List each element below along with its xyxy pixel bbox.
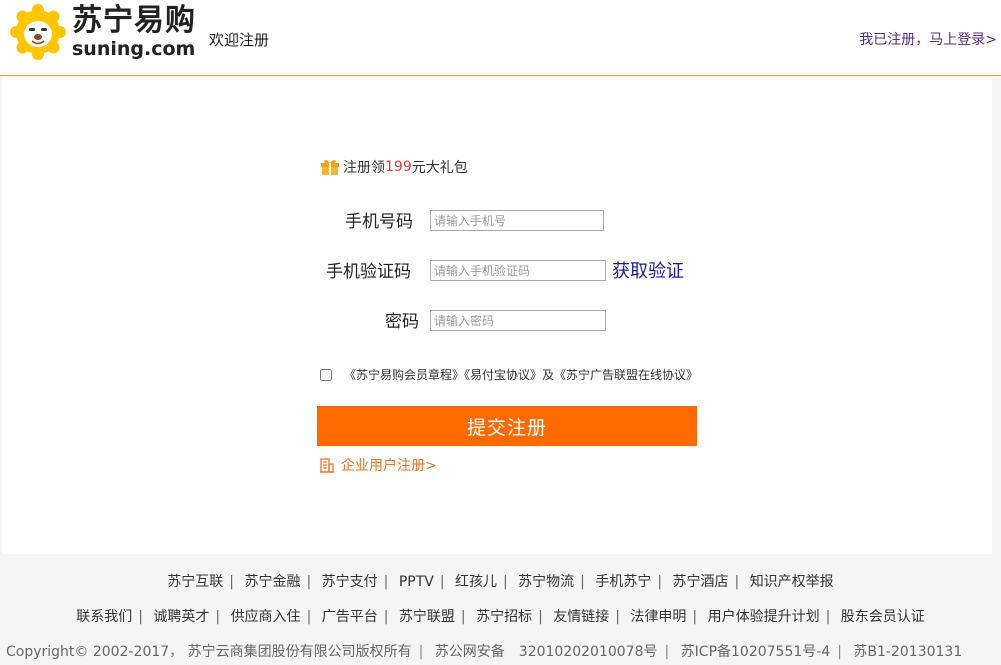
brand-name-en: suning.com [72, 38, 196, 60]
footer-link[interactable]: 知识产权举报 [750, 574, 834, 590]
submit-register-button[interactable]: 提交注册 [317, 406, 697, 446]
gift-icon [321, 159, 339, 175]
code-label: 手机验证码 [326, 262, 411, 282]
enterprise-register-label: 企业用户注册> [341, 458, 437, 474]
footer-link[interactable]: 苏宁支付 [322, 574, 378, 590]
copyright-text: Copyright© 2002-2017， 苏宁云商集团股份有限公司版权所有 [6, 644, 412, 660]
password-label: 密码 [385, 312, 419, 332]
promo-amount: 199 [385, 159, 412, 175]
footer-link[interactable]: PPTV [399, 574, 434, 590]
footer-link[interactable]: 苏宁金融 [244, 574, 300, 590]
phone-label: 手机号码 [345, 212, 413, 232]
footer-link[interactable]: 诚聘英才 [153, 609, 209, 625]
building-icon [320, 458, 334, 473]
brand-name-cn: 苏宁易购 [72, 3, 196, 38]
footer-link[interactable]: 苏宁互联 [167, 574, 223, 590]
footer-link[interactable]: 苏宁联盟 [399, 609, 455, 625]
footer-link[interactable]: 苏宁酒店 [673, 574, 729, 590]
footer-link[interactable]: 友情链接 [553, 609, 609, 625]
promo-banner: 注册领 199 元大礼包 [320, 157, 468, 177]
agreement-row: 《苏宁易购会员章程》《易付宝协议》及《苏宁广告联盟在线协议》 [320, 366, 698, 383]
code-input[interactable] [430, 260, 606, 281]
header: 苏宁易购 suning.com 欢迎注册 我已注册，马上登录> [0, 0, 1001, 76]
footer-link[interactable]: 红孩儿 [455, 574, 497, 590]
promo-prefix: 注册领 [343, 160, 385, 176]
login-link[interactable]: 我已注册，马上登录> [859, 29, 997, 49]
agreement-text[interactable]: 《苏宁易购会员章程》《易付宝协议》及《苏宁广告联盟在线协议》 [344, 366, 698, 383]
b1-record[interactable]: 苏B1-20130131 [853, 644, 962, 660]
footer-link[interactable]: 供应商入住 [231, 609, 301, 625]
phone-input[interactable] [430, 210, 604, 231]
footer-link[interactable]: 股东会员认证 [841, 609, 925, 625]
footer-link[interactable]: 手机苏宁 [595, 574, 651, 590]
footer-link[interactable]: 广告平台 [322, 609, 378, 625]
footer-copyright: Copyright© 2002-2017， 苏宁云商集团股份有限公司版权所有 | … [6, 644, 963, 660]
police-record[interactable]: 苏公网安备 32010202010078号 [435, 644, 658, 660]
icp-record[interactable]: 苏ICP备10207551号-4 [681, 644, 831, 660]
page-title: 欢迎注册 [209, 31, 270, 49]
footer-link[interactable]: 苏宁物流 [518, 574, 574, 590]
password-input[interactable] [430, 310, 606, 331]
footer-link[interactable]: 法律申明 [630, 609, 686, 625]
footer-link[interactable]: 联系我们 [76, 609, 132, 625]
agreement-checkbox[interactable] [320, 368, 332, 381]
promo-suffix: 元大礼包 [411, 160, 468, 176]
get-code-button[interactable]: 获取验证 [612, 257, 684, 283]
enterprise-register-link[interactable]: 企业用户注册> [319, 455, 437, 475]
footer-links-row2: 联系我们 | 诚聘英才 | 供应商入住 | 广告平台 | 苏宁联盟 | 苏宁招标 | 友情链… [76, 609, 925, 625]
footer-links-row1: 苏宁互联 | 苏宁金融 | 苏宁支付 | PPTV | 红孩儿 | 苏宁物流 | 手机苏宁 |… [167, 574, 834, 590]
footer-link[interactable]: 用户体验提升计划 [708, 609, 820, 625]
suning-lion-logo-icon[interactable] [10, 4, 66, 60]
footer-link[interactable]: 苏宁招标 [476, 609, 532, 625]
